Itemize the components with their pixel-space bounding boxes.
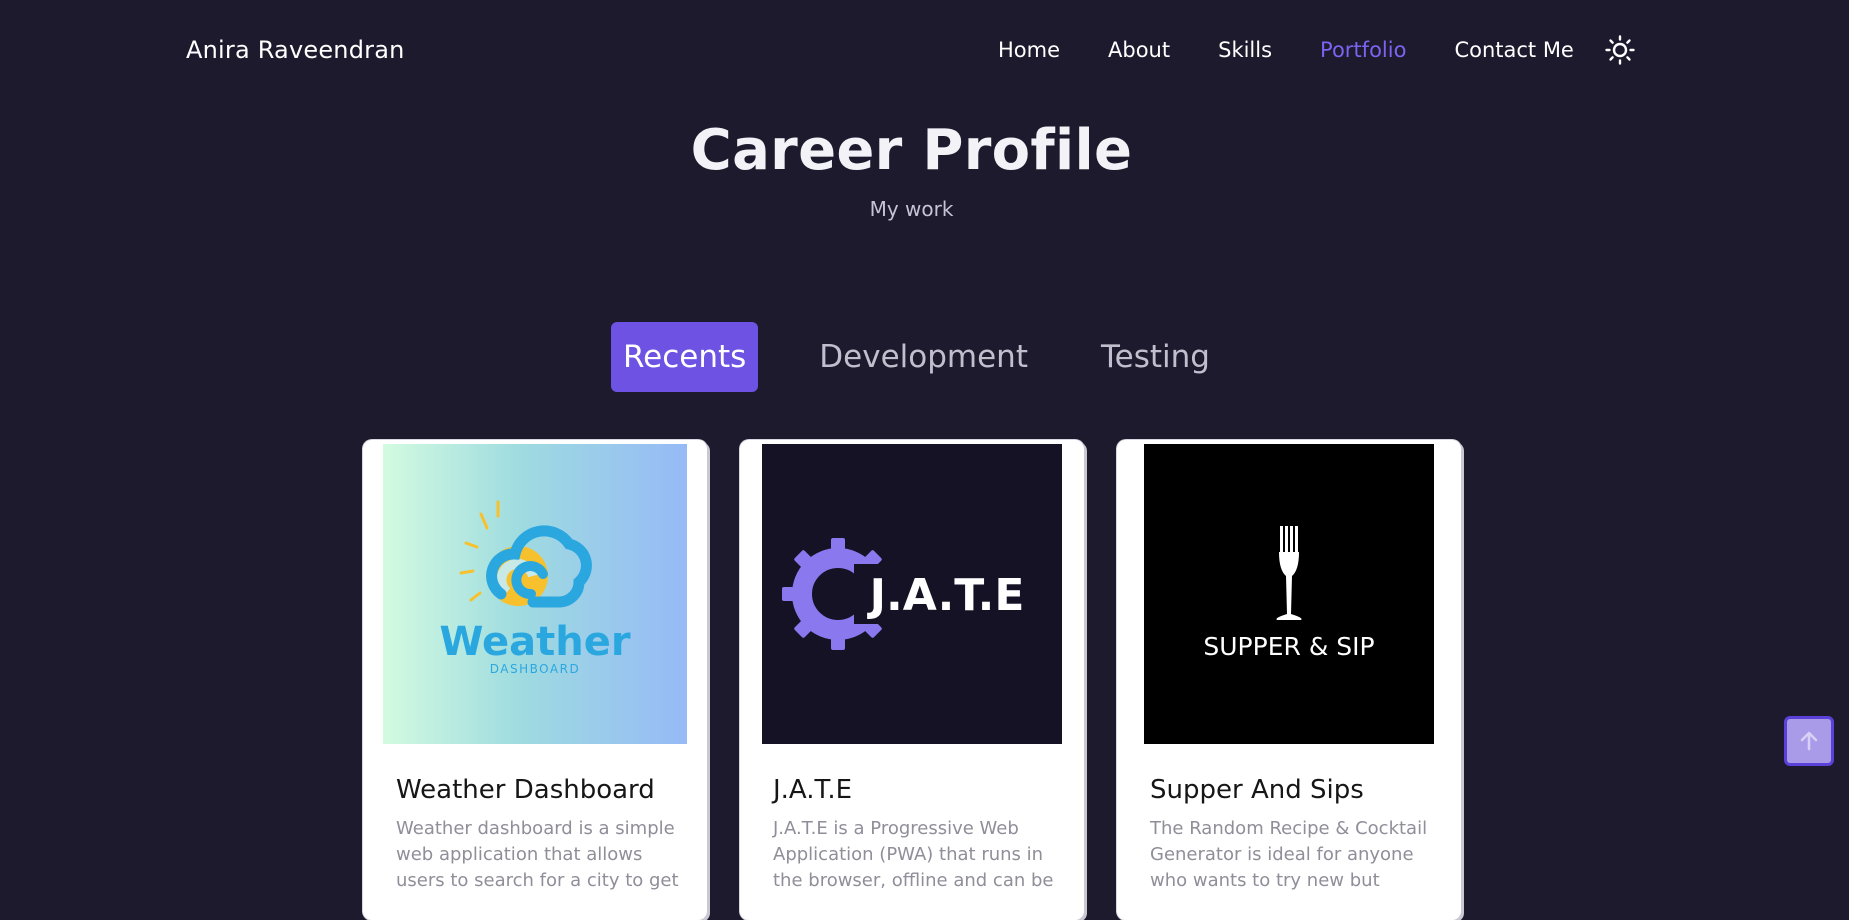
project-card-jate[interactable]: J.A.T.E J.A.T.E J.A.T.E is a Progressive… <box>740 440 1084 920</box>
header: Anira Raveendran Home About Skills Portf… <box>0 0 1849 104</box>
weather-logo-text: Weather <box>439 619 631 665</box>
supper-sips-thumbnail: SUPPER & SIP <box>1144 444 1434 744</box>
project-title: J.A.T.E <box>773 775 853 805</box>
nav-about[interactable]: About <box>1108 38 1170 68</box>
weather-logo-subtext: DASHBOARD <box>490 662 580 676</box>
portfolio-tabs: Recents Development Testing <box>611 322 1222 392</box>
nav-portfolio[interactable]: Portfolio <box>1320 38 1406 68</box>
tab-recents[interactable]: Recents <box>611 322 759 392</box>
nav-skills[interactable]: Skills <box>1218 38 1272 68</box>
page-subtitle: My work <box>869 197 954 221</box>
tab-development[interactable]: Development <box>807 322 1040 392</box>
jate-thumbnail: J.A.T.E <box>762 444 1062 744</box>
project-title: Supper And Sips <box>1150 775 1364 805</box>
project-description: J.A.T.E is a Progressive Web Application… <box>773 818 1054 891</box>
supper-logo: SUPPER & SIP <box>1203 526 1375 661</box>
nav-home[interactable]: Home <box>998 38 1060 68</box>
main-nav: Home About Skills Portfolio Contact Me <box>998 38 1622 68</box>
project-card-weather[interactable]: Weather DASHBOARD Weather Dashboard Weat… <box>363 440 707 920</box>
supper-logo-text: SUPPER & SIP <box>1203 632 1374 661</box>
weather-logo: Weather DASHBOARD <box>439 500 631 676</box>
nav-contact[interactable]: Contact Me <box>1454 38 1573 68</box>
jate-logo-text: J.A.T.E <box>867 570 1025 621</box>
sun-icon[interactable] <box>1604 34 1636 66</box>
weather-dashboard-thumbnail: Weather DASHBOARD <box>383 444 687 744</box>
arrow-up-icon <box>1800 731 1818 751</box>
project-title: Weather Dashboard <box>396 775 655 805</box>
brand-name[interactable]: Anira Raveendran <box>186 36 405 64</box>
project-description: The Random Recipe & Cocktail Generator i… <box>1150 818 1428 891</box>
project-description: Weather dashboard is a simple web applic… <box>396 818 679 891</box>
project-card-supper[interactable]: SUPPER & SIP Supper And Sips The Random … <box>1117 440 1461 920</box>
scroll-to-top-button[interactable] <box>1784 716 1834 766</box>
jate-logo: J.A.T.E <box>782 538 1025 650</box>
page-title: Career Profile <box>690 118 1133 183</box>
tab-testing[interactable]: Testing <box>1089 322 1222 392</box>
